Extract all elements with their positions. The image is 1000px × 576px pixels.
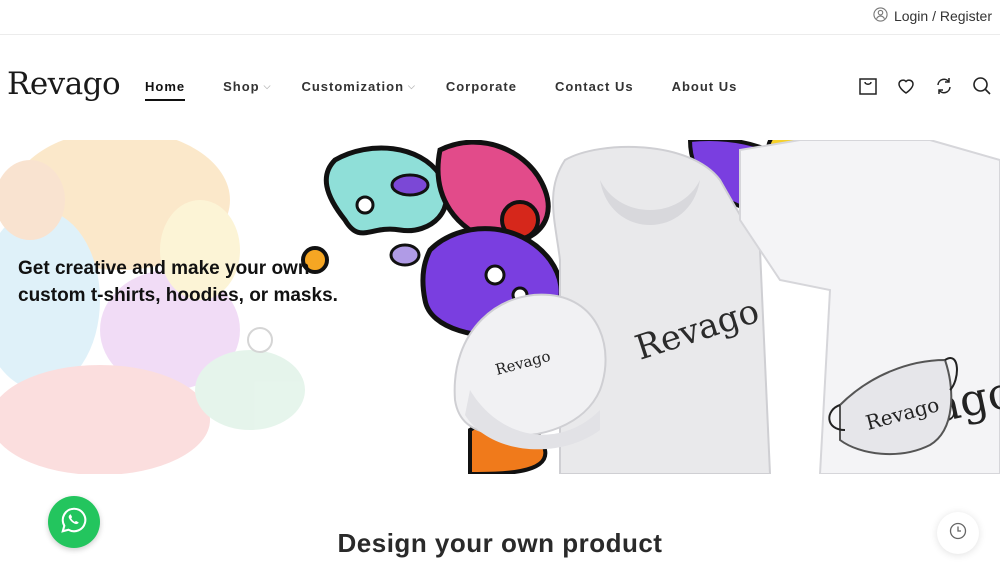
login-register-label: Login / Register: [893, 8, 992, 24]
main-nav: Home Shop ⌵ Customization ⌵ Corporate Cont…: [145, 79, 775, 101]
whatsapp-icon: [59, 505, 89, 540]
search-icon[interactable]: [972, 76, 992, 96]
heart-icon[interactable]: [896, 76, 916, 96]
top-bar: Login / Register: [0, 0, 1000, 35]
compare-icon[interactable]: [934, 76, 954, 96]
chevron-down-icon: ⌵: [263, 81, 272, 91]
history-button[interactable]: [937, 512, 979, 554]
nav-item-shop[interactable]: Shop ⌵: [223, 79, 271, 94]
user-icon: [873, 7, 888, 25]
nav-item-home[interactable]: Home: [145, 79, 186, 101]
cart-icon[interactable]: [858, 76, 878, 96]
site-logo[interactable]: Revago: [7, 66, 121, 102]
nav-item-contact-us[interactable]: Contact Us: [555, 79, 634, 94]
header-icons: [858, 76, 992, 96]
nav-item-corporate[interactable]: Corporate: [446, 79, 517, 94]
site-header: Revago Home Shop ⌵ Customization ⌵ Corpora…: [0, 36, 1000, 140]
hero-banner[interactable]: Revago Revago Revago Revago Get creative…: [0, 140, 1000, 474]
whatsapp-button[interactable]: [48, 496, 100, 548]
login-register-link[interactable]: Login / Register: [873, 7, 992, 25]
chevron-down-icon: ⌵: [408, 81, 416, 91]
nav-item-customization[interactable]: Customization ⌵: [301, 79, 415, 94]
section-title: Design your own product: [337, 528, 663, 558]
hero-tagline: Get creative and make your own custom t-…: [18, 255, 378, 309]
hero-tagline-line-2: custom t-shirts, hoodies, or masks.: [18, 285, 338, 306]
hero-tagline-line-1: Get creative and make your own: [18, 258, 310, 279]
nav-item-about-us[interactable]: About Us: [672, 79, 738, 94]
clock-icon: [949, 522, 967, 545]
